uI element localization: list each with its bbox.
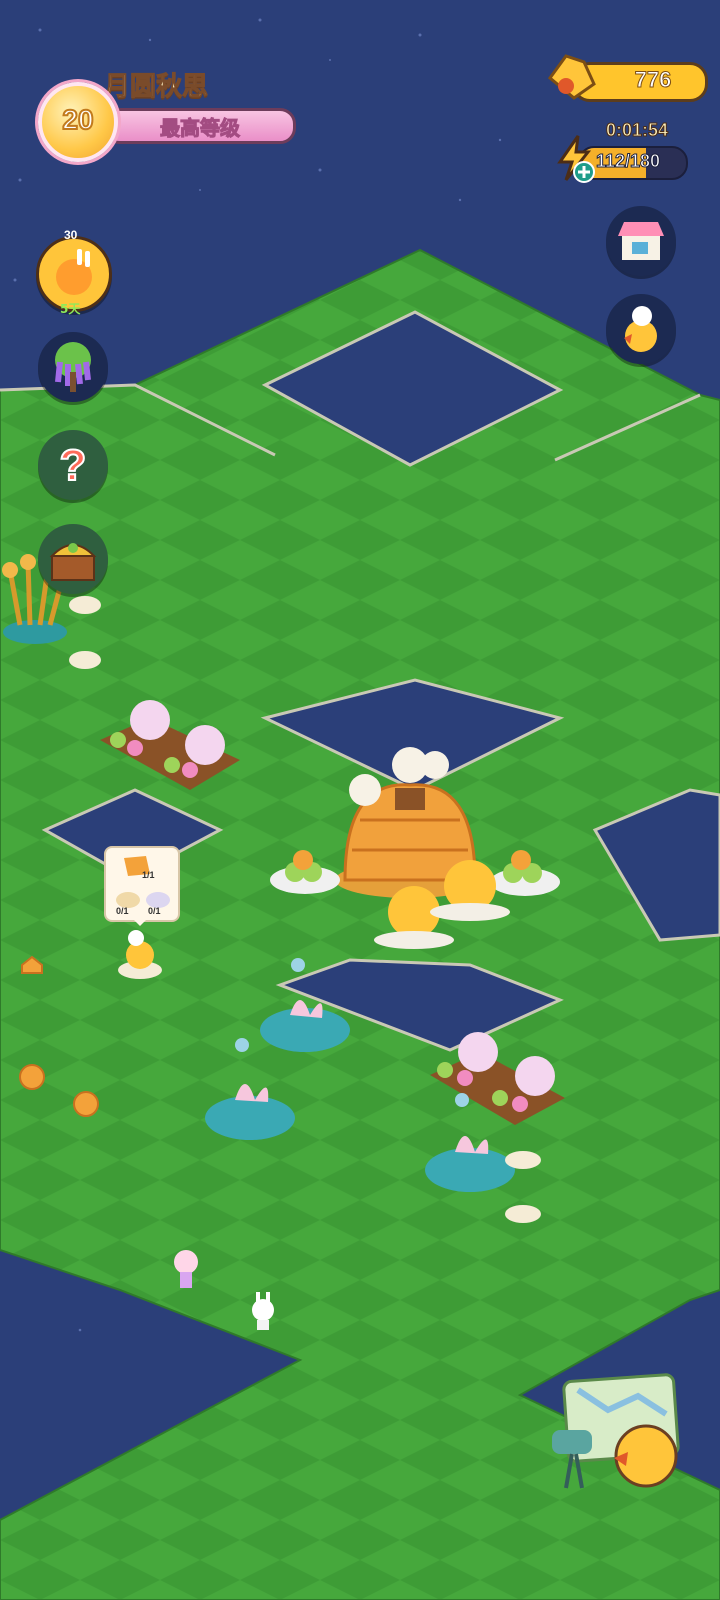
season-event-days: 5天 (60, 302, 81, 316)
lightning-icon[interactable] (552, 134, 596, 186)
treasure-chest-button[interactable] (38, 524, 108, 594)
coin-value: 776 (634, 67, 672, 93)
level-number: 20 (61, 103, 94, 136)
wisteria-event-button[interactable] (38, 332, 108, 402)
map-camera-duck-icon (552, 1373, 680, 1489)
season-event-level: 30 (64, 228, 78, 242)
shop-icon (618, 222, 664, 260)
chef-duck-icon (624, 306, 657, 352)
svg-text:?: ? (60, 441, 87, 490)
duck-bunny-icon (56, 249, 92, 295)
help-button[interactable]: ? (38, 430, 108, 500)
level-status-bar: 最高等级 (104, 108, 296, 144)
coin-icon (547, 54, 596, 100)
event-title: 月圆秋思 (103, 72, 209, 103)
order-count-3: 0/1 (148, 906, 161, 916)
wisteria-tree-icon (55, 342, 91, 392)
level-status-label: 最高等级 (160, 116, 241, 141)
question-mark-icon: ? (59, 440, 88, 491)
order-count-1: 1/1 (142, 870, 155, 880)
energy-timer: 0:01:54 (605, 120, 669, 141)
energy-value: 112/180 (595, 151, 661, 172)
chef-duck-button[interactable] (606, 294, 676, 364)
order-bubble[interactable]: 1/1 0/1 0/1 (104, 846, 180, 926)
chest-icon (49, 543, 97, 581)
order-count-2: 0/1 (116, 906, 129, 916)
level-badge[interactable]: 20 (38, 82, 118, 162)
shop-button[interactable] (606, 206, 676, 276)
map-button[interactable] (548, 1370, 692, 1496)
